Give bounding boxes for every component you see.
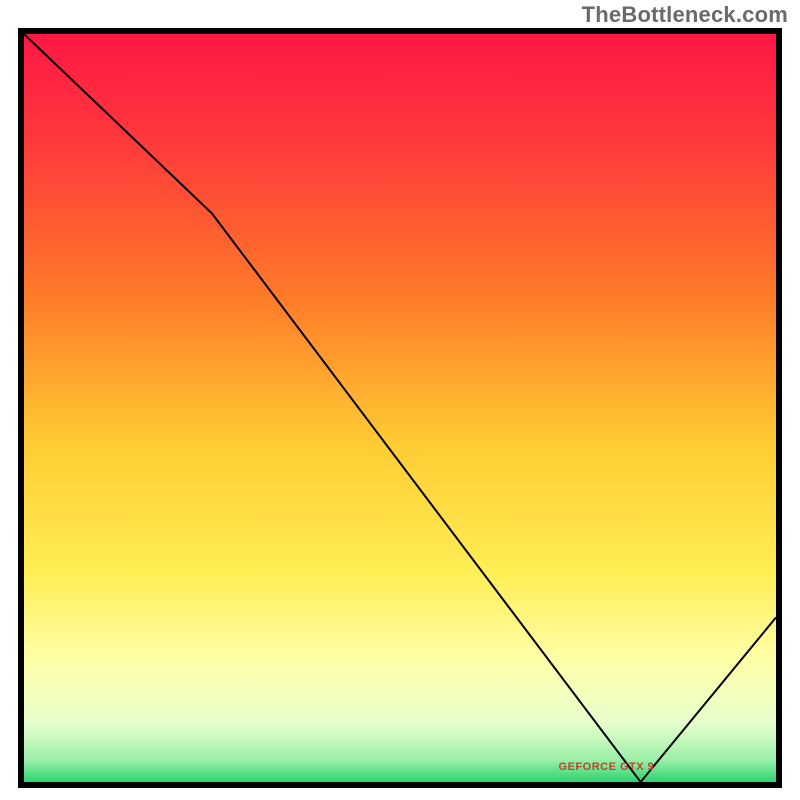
plot-area — [18, 28, 782, 788]
chart-annotation: GEFORCE GTX 9 — [559, 761, 655, 773]
chart-container: TheBottleneck.com GEFORCE GTX 9 — [0, 0, 800, 800]
chart-svg — [18, 28, 782, 788]
watermark-text: TheBottleneck.com — [582, 2, 788, 28]
